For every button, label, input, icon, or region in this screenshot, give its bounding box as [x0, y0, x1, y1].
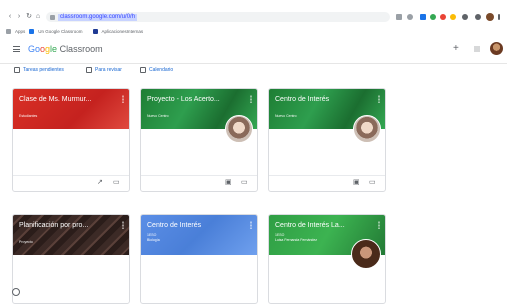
class-title[interactable]: Centro de Interés La... [275, 221, 363, 230]
star-icon[interactable] [396, 14, 402, 20]
review-icon [86, 67, 92, 73]
home-icon[interactable]: ⌂ [34, 10, 42, 24]
bookmark-icon [92, 28, 98, 34]
class-title[interactable]: Centro de Interés [275, 95, 363, 104]
class-card-footer: ↗ ▭ [13, 175, 129, 191]
profile-icon[interactable] [486, 13, 494, 21]
teacher-avatar [351, 239, 381, 269]
teacher-avatar [353, 115, 381, 143]
google-apps-icon[interactable] [474, 46, 480, 52]
address-url[interactable]: classroom.google.com/u/0/h [58, 13, 138, 21]
bookmark-apps[interactable]: Apps [15, 29, 25, 34]
address-bar[interactable]: classroom.google.com/u/0/h [46, 12, 390, 22]
folder-icon[interactable]: ▭ [369, 179, 376, 187]
bookmark-internal[interactable]: AplicacionesInternas [102, 29, 144, 34]
extension-icon[interactable] [407, 14, 413, 20]
folder-icon[interactable]: ▭ [241, 179, 248, 187]
teacher-avatar [225, 115, 253, 143]
reload-icon[interactable]: ↻ [25, 10, 33, 24]
browser-toolbar: ‹ › ↻ ⌂ classroom.google.com/u/0/h [0, 10, 507, 24]
forward-icon[interactable]: › [15, 10, 23, 24]
class-card[interactable]: Planificación por pro... Proyecto [12, 214, 130, 304]
apps-icon [6, 28, 11, 34]
app-header: Google Classroom + [0, 38, 507, 64]
assignment-icon [14, 67, 20, 73]
class-card[interactable]: Centro de Interés La... 1ESO Luisa Ferna… [268, 214, 386, 304]
more-options-icon[interactable] [378, 95, 380, 103]
extension-icon[interactable] [475, 14, 481, 20]
extension-icon[interactable] [462, 14, 468, 20]
add-class-button[interactable]: + [453, 43, 459, 55]
class-card-footer: ▣ ▭ [141, 175, 257, 191]
extension-icon[interactable] [450, 14, 456, 20]
assignment-icon[interactable]: ▣ [353, 179, 360, 187]
class-toolbar: Tareas pendientes Para revisar Calendari… [0, 64, 507, 79]
more-options-icon[interactable] [122, 221, 124, 229]
class-card-footer: ▣ ▭ [269, 175, 385, 191]
more-options-icon[interactable] [250, 221, 252, 229]
back-icon[interactable]: ‹ [6, 10, 14, 24]
trending-icon[interactable]: ↗ [97, 179, 103, 187]
extension-icon[interactable] [440, 14, 446, 20]
class-card-header[interactable]: Clase de Ms. Murmur... Estudiantes [13, 89, 129, 129]
account-avatar[interactable] [490, 42, 503, 55]
google-classroom-logo[interactable]: Google Classroom [28, 44, 103, 55]
folder-icon[interactable]: ▭ [113, 179, 120, 187]
class-section: 1ESO [275, 233, 285, 237]
class-card[interactable]: Proyecto - Los Acerto... Nuevo Centro ▣ … [140, 88, 258, 192]
class-title[interactable]: Planificación por pro... [19, 221, 107, 230]
class-card[interactable]: Clase de Ms. Murmur... Estudiantes ↗ ▭ [12, 88, 130, 192]
assignment-icon[interactable]: ▣ [225, 179, 232, 187]
class-card-header[interactable]: Centro de Interés 1ESO Biología [141, 215, 257, 255]
class-section: Estudiantes [19, 114, 38, 118]
extension-icon[interactable] [430, 14, 436, 20]
class-section: 1ESO [147, 233, 157, 237]
help-icon[interactable] [12, 288, 20, 296]
extension-icon[interactable] [420, 14, 426, 20]
calendar-icon [140, 67, 146, 73]
bookmarks-bar: Apps Un Google Classroom AplicacionesInt… [6, 27, 143, 35]
class-title[interactable]: Clase de Ms. Murmur... [19, 95, 107, 104]
class-section: Proyecto [19, 240, 33, 244]
class-title[interactable]: Proyecto - Los Acerto... [147, 95, 235, 104]
class-card[interactable]: Centro de Interés Nuevo Centro ▣ ▭ [268, 88, 386, 192]
more-options-icon[interactable] [378, 221, 380, 229]
more-options-icon[interactable] [250, 95, 252, 103]
to-review-link[interactable]: Para revisar [86, 67, 122, 73]
lock-icon [50, 14, 55, 20]
class-card-header[interactable]: Planificación por pro... Proyecto [13, 215, 129, 255]
bookmark-icon [29, 28, 35, 34]
class-title[interactable]: Centro de Interés [147, 221, 235, 230]
todo-link[interactable]: Tareas pendientes [14, 67, 64, 73]
class-card[interactable]: Centro de Interés 1ESO Biología [140, 214, 258, 304]
browser-menu-icon[interactable] [498, 14, 500, 20]
calendar-link[interactable]: Calendario [140, 67, 173, 73]
more-options-icon[interactable] [122, 95, 124, 103]
hamburger-menu-icon[interactable] [13, 46, 20, 52]
bookmark-classroom[interactable]: Un Google Classroom [38, 29, 82, 34]
class-subject: Biología [147, 238, 160, 242]
